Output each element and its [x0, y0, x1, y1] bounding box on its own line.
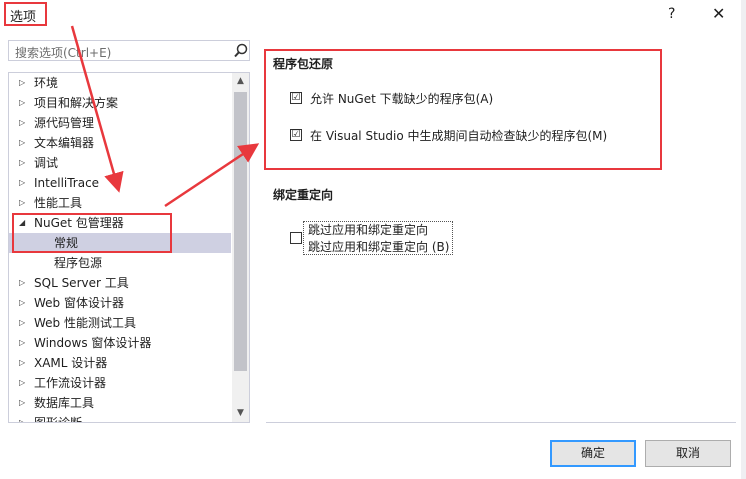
annotation-arrows [70, 25, 260, 208]
arrow-right [164, 143, 260, 208]
arrow-down [70, 25, 124, 193]
